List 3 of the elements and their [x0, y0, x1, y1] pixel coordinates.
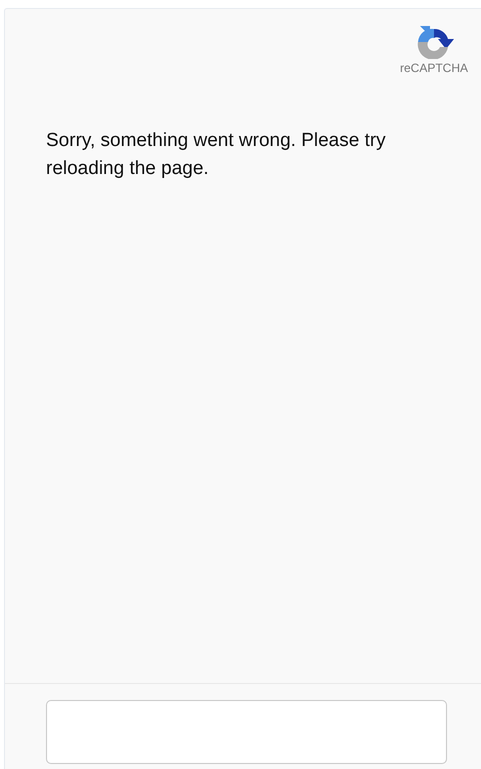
- response-field[interactable]: [46, 700, 447, 764]
- recaptcha-caption: reCAPTCHA: [400, 61, 468, 75]
- error-message: Sorry, something went wrong. Please try reloading the page.: [46, 129, 387, 181]
